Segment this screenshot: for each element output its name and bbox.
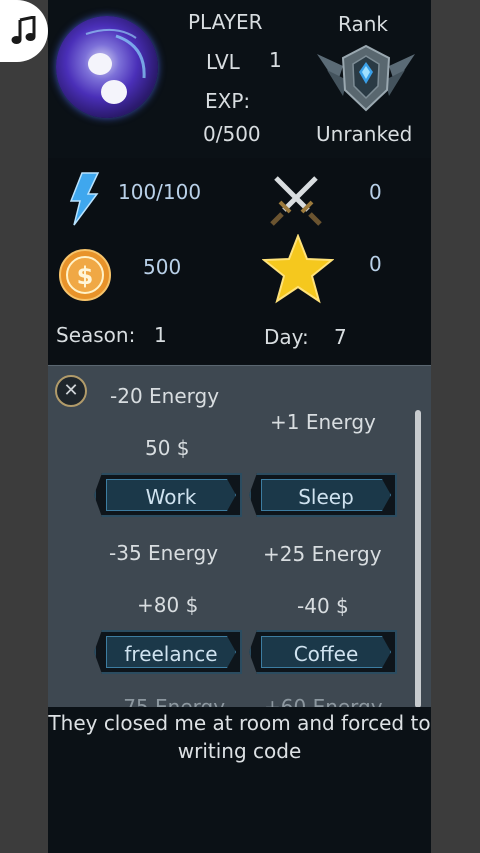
- actions-scrollbar[interactable]: [415, 410, 421, 707]
- star-icon: [262, 234, 334, 304]
- lightning-icon: [69, 172, 100, 226]
- work-energy-effect: -20 Energy: [110, 384, 220, 408]
- season-value: 1: [154, 323, 167, 347]
- freelance-button[interactable]: freelance: [94, 630, 242, 674]
- coffee-button[interactable]: Coffee: [249, 630, 397, 674]
- player-name: PLAYER: [188, 10, 263, 34]
- sleep-energy-effect: +1 Energy: [270, 410, 376, 434]
- coin-icon: $: [59, 249, 111, 301]
- sleep-button-label: Sleep: [261, 479, 391, 511]
- coffee-money-effect: -40 $: [297, 594, 349, 618]
- svg-text:$: $: [77, 262, 94, 290]
- rank-emblem-icon: [317, 44, 415, 112]
- energy-value: 100/100: [118, 180, 202, 204]
- level-label: LVL: [206, 50, 240, 74]
- crossed-swords-icon: [270, 176, 322, 226]
- music-note-icon: [11, 16, 36, 44]
- work-money-effect: 50 $: [145, 436, 190, 460]
- player-avatar[interactable]: [56, 16, 158, 118]
- avatar-face-icon: [85, 28, 146, 104]
- level-value: 1: [269, 48, 282, 72]
- battles-value: 0: [369, 180, 382, 204]
- freelance-money-effect: +80 $: [137, 593, 199, 617]
- work-button[interactable]: Work: [94, 473, 242, 517]
- day-label: Day:: [264, 325, 309, 349]
- money-value: 500: [143, 255, 182, 279]
- next-action-effect-right: +60 Energy: [264, 695, 383, 707]
- rank-label: Rank: [338, 12, 388, 36]
- story-text: They closed me at room and forced to wri…: [48, 711, 431, 763]
- coffee-button-label: Coffee: [261, 636, 391, 668]
- freelance-energy-effect: -35 Energy: [109, 541, 219, 565]
- story-box: They closed me at room and forced to wri…: [48, 707, 431, 853]
- stars-value: 0: [369, 252, 382, 276]
- coffee-energy-effect: +25 Energy: [263, 542, 382, 566]
- work-button-label: Work: [106, 479, 236, 511]
- close-button[interactable]: ✕: [55, 375, 87, 407]
- freelance-button-label: freelance: [106, 636, 236, 668]
- rank-value: Unranked: [316, 122, 413, 146]
- close-icon: ✕: [63, 380, 79, 401]
- music-toggle-button[interactable]: [0, 0, 48, 62]
- day-value: 7: [334, 325, 347, 349]
- panel-divider: [48, 365, 431, 366]
- exp-value: 0/500: [203, 122, 261, 146]
- next-action-effect-left: -75 Energy: [116, 695, 226, 707]
- game-screen: PLAYER LVL 1 EXP: 0/500 Rank Unranked 10…: [48, 0, 431, 853]
- stats-panel: 100/100 0 $ 500 0 Season: 1 Day: 7: [48, 158, 431, 364]
- sleep-button[interactable]: Sleep: [249, 473, 397, 517]
- season-label: Season:: [56, 323, 136, 347]
- exp-label: EXP:: [205, 89, 251, 113]
- actions-panel[interactable]: ✕ -20 Energy 50 $ Work +1 Energy Sleep -…: [48, 365, 431, 707]
